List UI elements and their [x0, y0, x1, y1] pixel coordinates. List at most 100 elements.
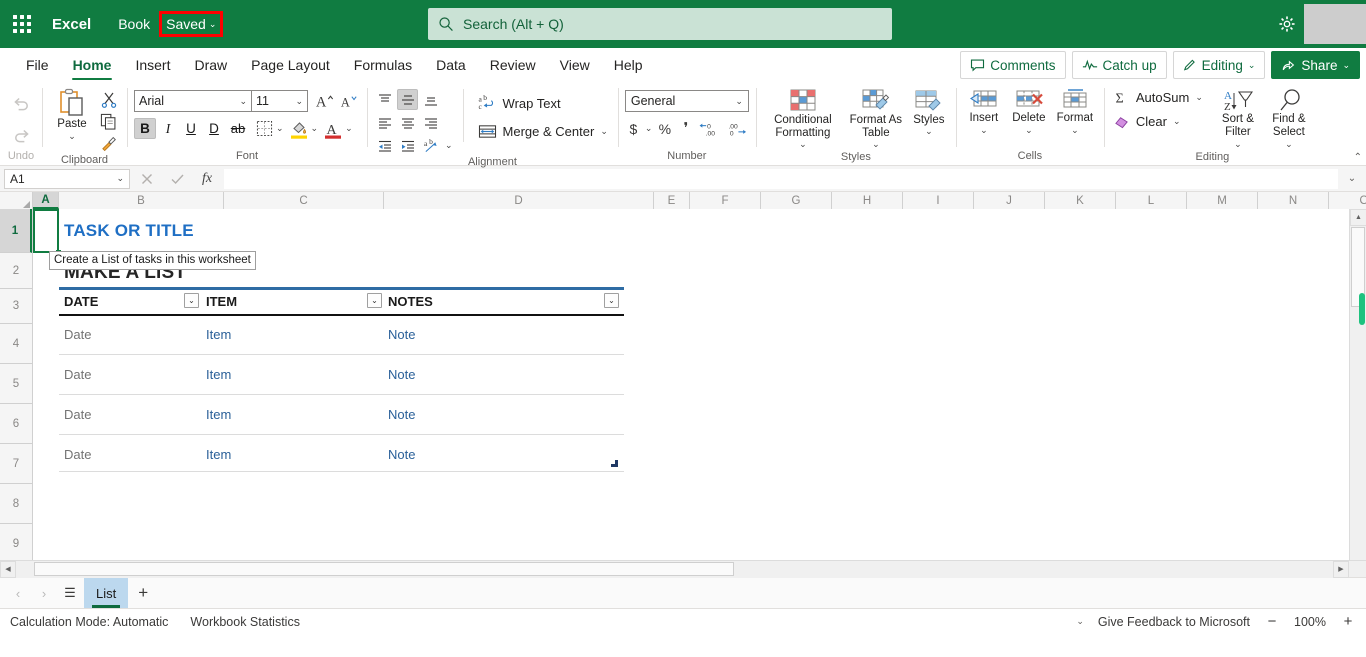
chevron-down-icon[interactable]: ⌄ — [980, 125, 988, 136]
chevron-down-icon[interactable]: ⌄ — [239, 96, 247, 107]
tab-draw[interactable]: Draw — [182, 48, 239, 82]
calculation-mode-status[interactable]: Calculation Mode: Automatic — [10, 615, 168, 629]
horizontal-scroll-thumb[interactable] — [34, 561, 734, 576]
cell-styles-button[interactable]: Styles ⌄ — [909, 87, 949, 138]
chevron-down-icon[interactable]: ⌄ — [872, 139, 880, 150]
column-header-n[interactable]: N — [1258, 192, 1329, 209]
cell-note-2[interactable]: Note — [388, 367, 415, 382]
cell-item-4[interactable]: Item — [206, 447, 231, 462]
column-header-f[interactable]: F — [690, 192, 761, 209]
format-cells-button[interactable]: Format ⌄ — [1053, 87, 1097, 137]
chevron-down-icon[interactable]: ⌄ — [735, 96, 743, 107]
app-launcher-icon[interactable] — [0, 0, 44, 48]
currency-button[interactable]: $ — [625, 118, 642, 139]
status-options-chevron-icon[interactable]: ⌄ — [1076, 616, 1084, 627]
collapse-ribbon-button[interactable]: ⌃ — [1354, 152, 1362, 163]
row-header-8[interactable]: 8 — [0, 484, 32, 524]
workbook-statistics-button[interactable]: Workbook Statistics — [190, 615, 300, 629]
chevron-down-icon[interactable]: ⌄ — [645, 123, 653, 134]
format-painter-button[interactable] — [97, 133, 120, 154]
scroll-left-icon[interactable]: ◀ — [0, 560, 16, 578]
editing-button[interactable]: Editing ⌄ — [1172, 51, 1266, 79]
cell-date-3[interactable]: Date — [64, 407, 91, 422]
share-button[interactable]: Share ⌄ — [1271, 51, 1360, 79]
chevron-down-icon[interactable]: ⌄ — [1285, 139, 1293, 150]
chevron-right-icon[interactable]: › — [32, 581, 56, 605]
font-color-button[interactable]: A — [322, 117, 344, 140]
chevron-down-icon[interactable]: ⌄ — [68, 131, 76, 142]
add-sheet-button[interactable]: + — [130, 580, 156, 606]
table-resize-handle[interactable] — [611, 460, 618, 467]
chevron-down-icon[interactable]: ⌄ — [209, 19, 217, 29]
chevron-down-icon[interactable]: ⌄ — [1234, 139, 1242, 150]
decrease-font-size-button[interactable]: A — [336, 90, 360, 112]
gear-icon[interactable] — [1270, 0, 1304, 48]
app-name[interactable]: Excel — [52, 16, 91, 33]
all-sheets-menu-icon[interactable]: ☰ — [58, 581, 82, 605]
chevron-down-icon[interactable]: ⌄ — [311, 123, 319, 134]
copy-button[interactable] — [97, 111, 120, 132]
document-name[interactable]: Book — [113, 12, 155, 36]
column-header-k[interactable]: K — [1045, 192, 1116, 209]
align-bottom-button[interactable] — [420, 89, 441, 110]
cancel-edit-button[interactable] — [134, 169, 160, 189]
zoom-level-label[interactable]: 100% — [1294, 615, 1326, 629]
increase-font-size-button[interactable]: A — [312, 90, 336, 112]
row-header-3[interactable]: 3 — [0, 289, 32, 324]
column-header-a[interactable]: A — [33, 192, 59, 209]
vertical-scrollbar[interactable]: ▲ ▼ — [1349, 209, 1366, 577]
row-header-4[interactable]: 4 — [0, 324, 32, 364]
chevron-down-icon[interactable]: ⌄ — [1071, 125, 1079, 136]
wrap-text-button[interactable]: a c b Wrap Text — [475, 93, 611, 114]
cell-date-4[interactable]: Date — [64, 447, 91, 462]
formula-input[interactable] — [224, 168, 1338, 189]
cell-item-3[interactable]: Item — [206, 407, 231, 422]
conditional-formatting-button[interactable]: Conditional Formatting ⌄ — [763, 87, 843, 151]
tab-formulas[interactable]: Formulas — [342, 48, 424, 82]
comma-style-button[interactable]: ❜ — [677, 118, 694, 139]
column-header-j[interactable]: J — [974, 192, 1045, 209]
zoom-out-button[interactable]: − — [1264, 613, 1280, 630]
row-header-1[interactable]: 1 — [0, 209, 32, 253]
row-header-9[interactable]: 9 — [0, 524, 32, 564]
italic-button[interactable]: I — [157, 118, 179, 139]
chevron-left-icon[interactable]: ‹ — [6, 581, 30, 605]
tab-file[interactable]: File — [14, 48, 61, 82]
chevron-down-icon[interactable]: ⌄ — [116, 173, 124, 184]
search-input[interactable]: Search (Alt + Q) — [428, 8, 892, 40]
feedback-button[interactable]: Give Feedback to Microsoft — [1098, 615, 1250, 629]
tab-review[interactable]: Review — [478, 48, 548, 82]
expand-formula-bar-button[interactable]: ⌄ — [1342, 173, 1362, 184]
borders-button[interactable] — [253, 118, 275, 139]
cell-note-3[interactable]: Note — [388, 407, 415, 422]
chevron-down-icon[interactable]: ⌄ — [445, 140, 453, 151]
increase-indent-button[interactable] — [397, 135, 418, 156]
table-header-date[interactable]: DATE — [64, 294, 98, 309]
zoom-in-button[interactable]: + — [1340, 613, 1356, 630]
scroll-up-icon[interactable]: ▲ — [1350, 209, 1366, 226]
chevron-down-icon[interactable]: ⌄ — [925, 126, 933, 137]
align-top-button[interactable] — [374, 89, 395, 110]
cut-button[interactable] — [97, 89, 120, 110]
horizontal-scrollbar[interactable]: ◀ ▶ — [0, 560, 1366, 578]
autosum-button[interactable]: Σ AutoSum ⌄ — [1111, 88, 1206, 107]
chevron-down-icon[interactable]: ⌄ — [276, 123, 284, 134]
table-header-notes[interactable]: NOTES — [388, 294, 433, 309]
delete-cells-button[interactable]: Delete ⌄ — [1007, 87, 1051, 137]
decrease-indent-button[interactable] — [374, 135, 395, 156]
cell-item-2[interactable]: Item — [206, 367, 231, 382]
redo-button[interactable] — [7, 121, 35, 147]
undo-button[interactable] — [7, 89, 35, 115]
chevron-down-icon[interactable]: ⌄ — [799, 139, 807, 150]
column-header-l[interactable]: L — [1116, 192, 1187, 209]
comments-button[interactable]: Comments — [960, 51, 1066, 79]
column-header-d[interactable]: D — [384, 192, 654, 209]
chevron-down-icon[interactable]: ⌄ — [345, 123, 353, 134]
percent-button[interactable]: % — [655, 118, 674, 139]
font-name-input[interactable]: Arial ⌄ — [134, 90, 252, 112]
cell-item-1[interactable]: Item — [206, 327, 231, 342]
insert-cells-button[interactable]: Insert ⌄ — [963, 87, 1005, 137]
number-format-select[interactable]: General ⌄ — [624, 90, 749, 112]
format-as-table-button[interactable]: Format As Table ⌄ — [845, 87, 907, 151]
column-header-o[interactable]: O — [1329, 192, 1366, 209]
